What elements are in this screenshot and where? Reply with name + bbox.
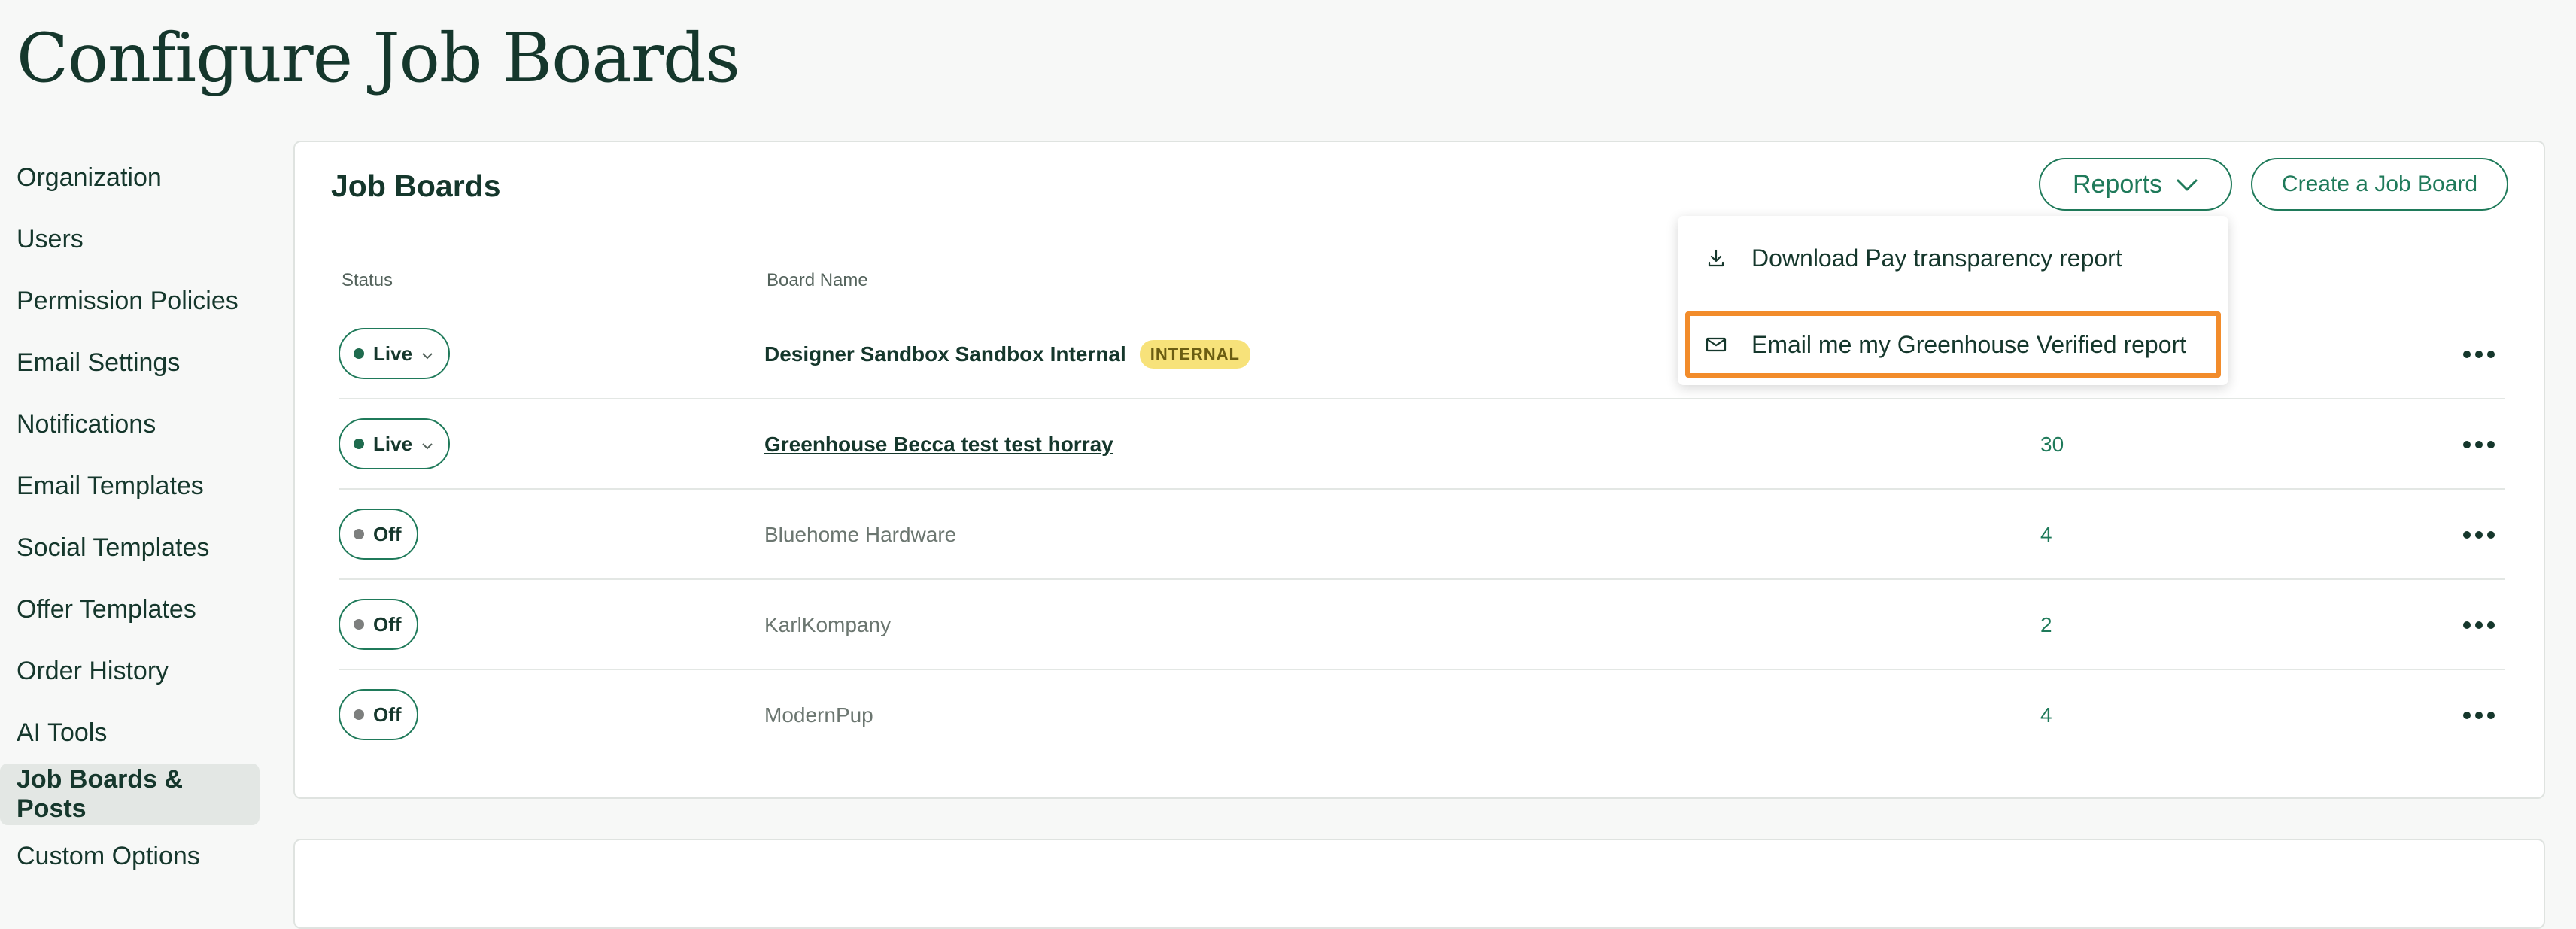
board-name: Bluehome Hardware bbox=[764, 523, 957, 546]
column-header-board-name: Board Name bbox=[767, 270, 868, 290]
menu-item-download-pay-transparency[interactable]: Download Pay transparency report bbox=[1685, 225, 2221, 291]
board-name-cell: Designer Sandbox Sandbox Internal INTERN… bbox=[764, 309, 1250, 399]
create-job-board-button[interactable]: Create a Job Board bbox=[2251, 158, 2508, 211]
card-title: Job Boards bbox=[331, 168, 501, 203]
board-name-link[interactable]: Greenhouse Becca test test horray bbox=[764, 399, 1113, 490]
sidebar-item-ai-tools[interactable]: AI Tools bbox=[0, 702, 260, 764]
sidebar-item-job-boards-posts[interactable]: Job Boards & Posts bbox=[0, 764, 260, 825]
status-dot-icon bbox=[354, 709, 364, 720]
menu-item-label: Email me my Greenhouse Verified report bbox=[1751, 330, 2187, 358]
sidebar: Organization Users Permission Policies E… bbox=[0, 147, 260, 887]
reports-button-label: Reports bbox=[2072, 169, 2163, 199]
reports-button[interactable]: Reports bbox=[2039, 158, 2232, 211]
status-label: Off bbox=[373, 522, 402, 545]
status-label: Off bbox=[373, 612, 402, 636]
table-row: Off KarlKompany 2 bbox=[339, 580, 2505, 670]
more-options-icon[interactable] bbox=[2456, 430, 2502, 460]
board-name: ModernPup bbox=[764, 703, 873, 727]
more-options-icon[interactable] bbox=[2456, 610, 2502, 640]
status-label: Live bbox=[373, 342, 413, 365]
job-count[interactable]: 30 bbox=[2040, 399, 2064, 490]
sidebar-item-email-settings[interactable]: Email Settings bbox=[0, 332, 260, 393]
sidebar-item-custom-options[interactable]: Custom Options bbox=[0, 825, 260, 887]
table-row: Off Bluehome Hardware 4 bbox=[339, 490, 2505, 580]
status-dot-icon bbox=[354, 439, 364, 449]
status-select[interactable]: Live bbox=[339, 418, 451, 469]
status-dot-icon bbox=[354, 348, 364, 359]
chevron-down-icon bbox=[421, 342, 433, 366]
chevron-down-icon bbox=[421, 433, 433, 456]
job-count[interactable]: 4 bbox=[2040, 670, 2052, 761]
reports-dropdown-menu: Download Pay transparency report Email m… bbox=[1678, 216, 2228, 385]
table-row: Off ModernPup 4 bbox=[339, 670, 2505, 761]
sidebar-item-permission-policies[interactable]: Permission Policies bbox=[0, 270, 260, 332]
more-options-icon[interactable] bbox=[2456, 339, 2502, 369]
sidebar-item-social-templates[interactable]: Social Templates bbox=[0, 517, 260, 578]
board-name: Designer Sandbox Sandbox Internal bbox=[764, 342, 1126, 366]
page-title: Configure Job Boards bbox=[17, 19, 740, 98]
sidebar-item-email-templates[interactable]: Email Templates bbox=[0, 455, 260, 517]
column-header-status: Status bbox=[342, 270, 393, 290]
secondary-card bbox=[293, 839, 2545, 929]
more-options-icon[interactable] bbox=[2456, 520, 2502, 550]
job-count[interactable]: 4 bbox=[2040, 490, 2052, 580]
status-select[interactable]: Off bbox=[339, 509, 418, 560]
sidebar-item-order-history[interactable]: Order History bbox=[0, 640, 260, 702]
board-name: KarlKompany bbox=[764, 613, 892, 636]
table-row: Live Greenhouse Becca test test horray 3… bbox=[339, 399, 2505, 490]
menu-item-label: Download Pay transparency report bbox=[1751, 244, 2122, 272]
status-label: Off bbox=[373, 703, 402, 726]
status-dot-icon bbox=[354, 619, 364, 630]
status-label: Live bbox=[373, 432, 413, 455]
status-select[interactable]: Off bbox=[339, 599, 418, 650]
status-select[interactable]: Live bbox=[339, 328, 451, 379]
menu-item-email-greenhouse-verified[interactable]: Email me my Greenhouse Verified report bbox=[1685, 311, 2221, 378]
sidebar-item-notifications[interactable]: Notifications bbox=[0, 393, 260, 455]
mail-icon bbox=[1703, 332, 1729, 357]
sidebar-item-offer-templates[interactable]: Offer Templates bbox=[0, 578, 260, 640]
sidebar-item-users[interactable]: Users bbox=[0, 208, 260, 270]
internal-badge: INTERNAL bbox=[1139, 340, 1250, 369]
status-select[interactable]: Off bbox=[339, 689, 418, 740]
status-dot-icon bbox=[354, 529, 364, 539]
download-icon bbox=[1703, 245, 1729, 271]
sidebar-item-organization[interactable]: Organization bbox=[0, 147, 260, 208]
chevron-down-icon bbox=[2176, 170, 2198, 199]
more-options-icon[interactable] bbox=[2456, 700, 2502, 730]
job-count[interactable]: 2 bbox=[2040, 580, 2052, 670]
